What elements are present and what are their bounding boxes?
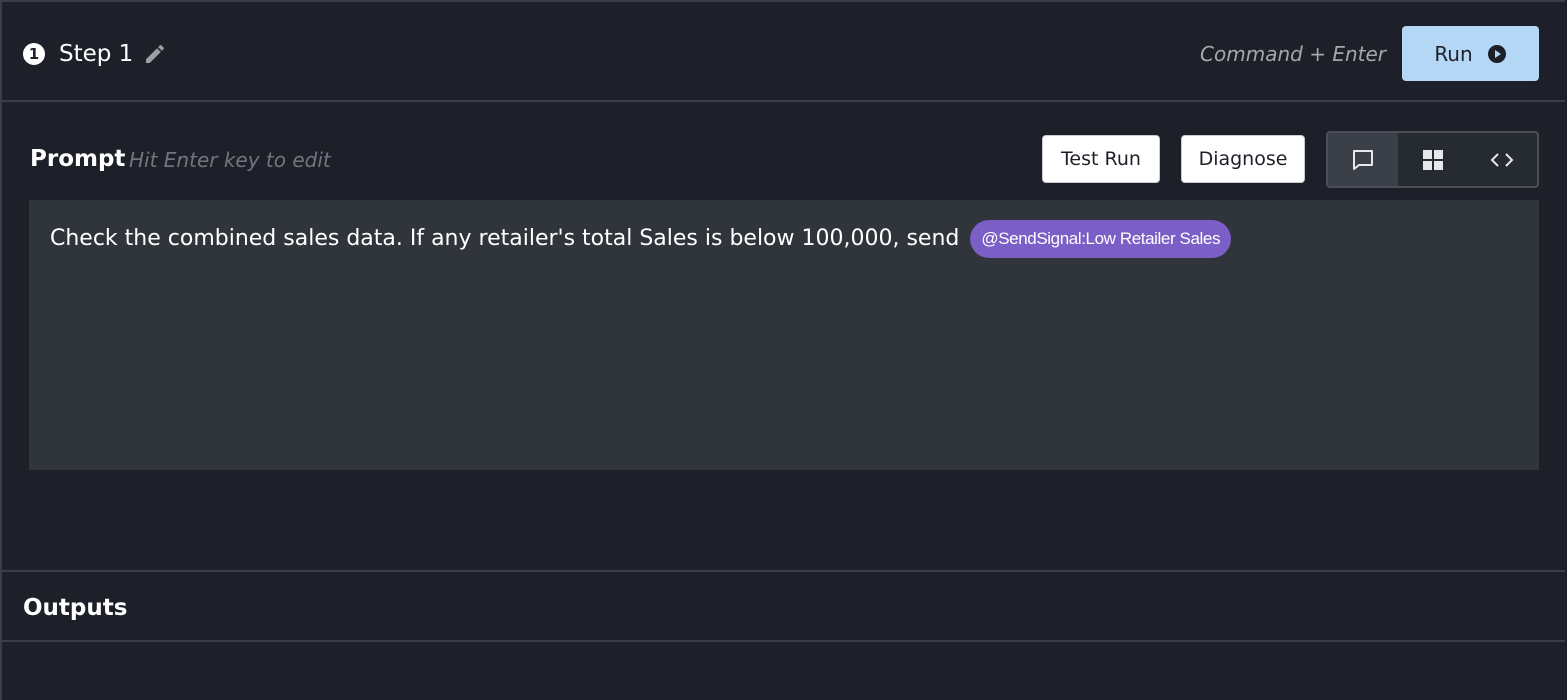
pencil-icon[interactable] bbox=[143, 42, 167, 66]
run-shortcut-hint: Command + Enter bbox=[1200, 42, 1386, 66]
prompt-label: Prompt bbox=[30, 146, 126, 172]
view-mode-grid[interactable] bbox=[1398, 133, 1468, 186]
test-run-button[interactable]: Test Run bbox=[1042, 135, 1160, 183]
code-icon bbox=[1490, 152, 1514, 167]
outputs-section: Outputs bbox=[2, 570, 1565, 642]
run-button[interactable]: Run bbox=[1402, 26, 1539, 81]
view-mode-chat[interactable] bbox=[1328, 133, 1398, 186]
prompt-text: Check the combined sales data. If any re… bbox=[50, 226, 960, 251]
outputs-label: Outputs bbox=[23, 595, 128, 621]
step-title: Step 1 bbox=[59, 41, 134, 67]
step-number-badge: 1 bbox=[23, 43, 45, 65]
step-header: 1 Step 1 Command + Enter Run bbox=[2, 2, 1565, 102]
run-button-label: Run bbox=[1434, 41, 1473, 66]
view-mode-toggle bbox=[1326, 131, 1539, 188]
view-mode-code[interactable] bbox=[1467, 133, 1537, 186]
step-panel: 1 Step 1 Command + Enter Run Prompt Hit … bbox=[0, 0, 1565, 700]
prompt-editor[interactable]: Check the combined sales data. If any re… bbox=[29, 200, 1539, 470]
prompt-content: Check the combined sales data. If any re… bbox=[50, 219, 1518, 259]
diagnose-button[interactable]: Diagnose bbox=[1181, 135, 1305, 183]
prompt-edit-hint: Hit Enter key to edit bbox=[129, 148, 331, 172]
grid-icon bbox=[1422, 149, 1443, 170]
play-circle-icon bbox=[1487, 44, 1506, 63]
chat-bubble-icon bbox=[1352, 149, 1373, 170]
send-signal-chip[interactable]: @SendSignal:Low Retailer Sales bbox=[970, 220, 1232, 258]
